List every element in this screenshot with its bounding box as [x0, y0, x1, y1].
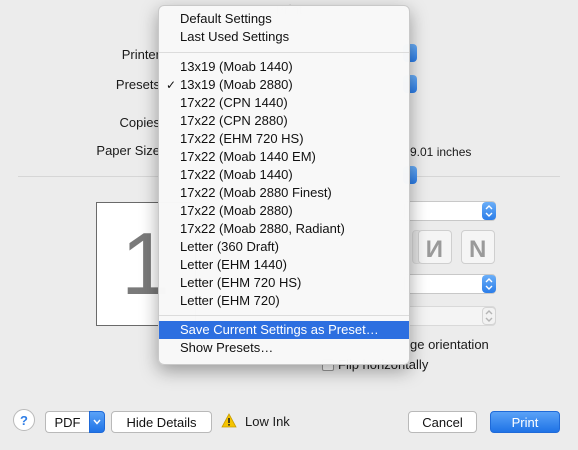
help-button[interactable]: ? — [13, 409, 35, 431]
copies-label: Copies — [119, 115, 160, 130]
updown-icon — [485, 278, 493, 290]
disabled-select-stepper — [482, 307, 496, 325]
menu-item-show-presets[interactable]: Show Presets… — [159, 339, 409, 357]
mirror-n-icon: N — [426, 236, 443, 263]
menu-item-preset[interactable]: Letter (EHM 1440) — [159, 256, 409, 274]
print-button[interactable]: Print — [490, 411, 560, 433]
paper-size-label: Paper Size — [96, 143, 160, 158]
low-ink-label: Low Ink — [245, 414, 290, 429]
menu-item-preset[interactable]: 17x22 (Moab 2880 Finest) — [159, 184, 409, 202]
menu-separator — [159, 315, 409, 316]
menu-item-preset[interactable]: 17x22 (CPN 2880) — [159, 112, 409, 130]
printer-label: Printer — [121, 47, 160, 62]
menu-item-preset[interactable]: 17x22 (Moab 2880, Radiant) — [159, 220, 409, 238]
menu-item-preset[interactable]: 17x22 (Moab 2880) — [159, 202, 409, 220]
chevron-down-icon — [93, 419, 101, 425]
svg-text:N: N — [426, 236, 443, 263]
checkmark-icon: ✓ — [166, 78, 177, 92]
menu-item-preset[interactable]: Letter (EHM 720 HS) — [159, 274, 409, 292]
question-icon: ? — [20, 412, 28, 428]
options-select-stepper[interactable] — [482, 275, 496, 293]
menu-item-preset[interactable]: 17x22 (Moab 1440 EM) — [159, 148, 409, 166]
menu-item-save-preset[interactable]: Save Current Settings as Preset… — [159, 321, 409, 339]
warning-icon — [221, 413, 237, 431]
menu-item-label: 13x19 (Moab 2880) — [180, 77, 293, 92]
print-button-label: Print — [511, 414, 539, 430]
orientation-flip-n-button[interactable]: N — [418, 230, 452, 264]
pdf-button[interactable]: PDF — [45, 411, 89, 433]
pdf-menu-button[interactable] — [89, 411, 105, 433]
menu-item-preset-selected[interactable]: ✓ 13x19 (Moab 2880) — [159, 76, 409, 94]
hide-details-button[interactable]: Hide Details — [111, 411, 212, 433]
menu-item-preset[interactable]: 17x22 (EHM 720 HS) — [159, 130, 409, 148]
menu-item-preset[interactable]: 17x22 (Moab 1440) — [159, 166, 409, 184]
cancel-button-label: Cancel — [422, 414, 463, 430]
paper-size-value: 9.01 inches — [410, 145, 472, 159]
n-icon: N — [469, 236, 486, 263]
svg-text:N: N — [469, 236, 486, 263]
menu-item-default-settings[interactable]: Default Settings — [159, 10, 409, 28]
menu-item-last-used-settings[interactable]: Last Used Settings — [159, 28, 409, 46]
layout-select-stepper[interactable] — [482, 202, 496, 220]
menu-item-preset[interactable]: 17x22 (CPN 1440) — [159, 94, 409, 112]
cancel-button[interactable]: Cancel — [408, 411, 477, 433]
presets-label: Presets — [115, 77, 160, 92]
orientation-n-button[interactable]: N — [461, 230, 495, 264]
hide-details-label: Hide Details — [126, 414, 197, 430]
menu-item-preset[interactable]: Letter (360 Draft) — [159, 238, 409, 256]
orientation-text: ge orientation — [410, 337, 489, 352]
menu-item-preset[interactable]: Letter (EHM 720) — [159, 292, 409, 310]
menu-item-preset[interactable]: 13x19 (Moab 1440) — [159, 58, 409, 76]
presets-menu: Default Settings Last Used Settings 13x1… — [158, 5, 410, 365]
updown-icon — [485, 205, 493, 217]
menu-separator — [159, 52, 409, 53]
pdf-button-label: PDF — [54, 414, 81, 430]
updown-icon — [485, 310, 493, 322]
